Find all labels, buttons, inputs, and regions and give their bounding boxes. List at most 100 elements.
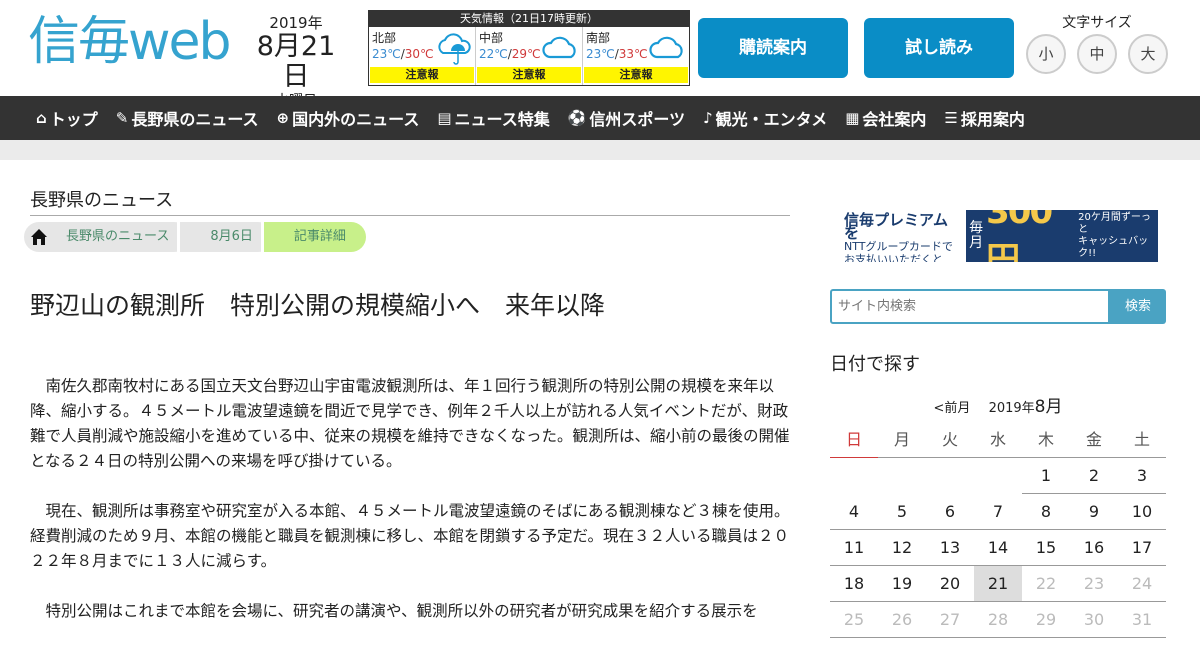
font-small-button[interactable]: 小: [1026, 34, 1066, 74]
calendar-month: 2019年8月: [988, 397, 1063, 417]
calendar-day[interactable]: 18: [830, 565, 878, 602]
calendar: 日月火水木金土 1 2 3 4 5 6 7 8 9 10 11 12 13 14 15 16 17 18 19 20 2…: [830, 420, 1166, 638]
calendar-weekday: 土: [1118, 420, 1166, 458]
subscribe-button[interactable]: 購読案内: [698, 18, 848, 78]
calendar-day[interactable]: 16: [1070, 529, 1118, 566]
site-search: 検索: [830, 289, 1166, 324]
font-large-button[interactable]: 大: [1128, 34, 1168, 74]
nav-item-recruit[interactable]: ☰ 採用案内: [944, 106, 1024, 130]
calendar-day[interactable]: 5: [878, 493, 926, 530]
building-icon: ▦: [845, 109, 860, 127]
font-size-control: 文字サイズ 小 中 大: [1026, 14, 1168, 74]
calendar-day: 30: [1070, 601, 1118, 638]
calendar-day[interactable]: 14: [974, 529, 1022, 566]
calendar-day: 29: [1022, 601, 1070, 638]
calendar-empty-cell: [830, 457, 878, 493]
calendar-day: 24: [1118, 565, 1166, 602]
calendar-day[interactable]: 20: [926, 565, 974, 602]
article-paragraph: 特別公開はこれまで本館を会場に、研究者の講演や、観測所以外の研究者が研究成果を紹…: [45, 602, 758, 620]
calendar-empty-cell: [926, 457, 974, 493]
calendar-heading: 日付で探す: [830, 354, 920, 375]
calendar-day[interactable]: 13: [926, 529, 974, 566]
calendar-day: 26: [878, 601, 926, 638]
breadcrumb-current: 記事詳細: [260, 222, 366, 252]
calendar-day[interactable]: 4: [830, 493, 878, 530]
site-logo[interactable]: 信毎web: [28, 14, 232, 70]
breadcrumb-item[interactable]: 長野県のニュース: [54, 222, 190, 252]
nav-item-sports[interactable]: ⚽ 信州スポーツ: [568, 106, 685, 130]
nav-item-company[interactable]: ▦ 会社案内: [845, 106, 926, 130]
pen-icon: ✎: [115, 109, 129, 127]
calendar-day[interactable]: 3: [1118, 457, 1166, 494]
calendar-day[interactable]: 7: [974, 493, 1022, 530]
ad-left: 信毎プレミアムを NTTグループカードで お支払いいただくと: [838, 210, 967, 262]
calendar-day: 25: [830, 601, 878, 638]
weather-north[interactable]: 北部 23℃/30℃ 注意報: [369, 27, 476, 85]
calendar-day[interactable]: 11: [830, 529, 878, 566]
weather-warning: 注意報: [477, 67, 581, 83]
premium-ad-banner[interactable]: 信毎プレミアムを NTTグループカードで お支払いいただくと 毎月 300円 20…: [838, 210, 1158, 262]
calendar-weekday: 木: [1022, 420, 1070, 458]
weather-warning: 注意報: [370, 67, 474, 83]
calendar-day[interactable]: 2: [1070, 457, 1118, 494]
date-year: 2019年: [269, 14, 323, 32]
calendar-day[interactable]: 12: [878, 529, 926, 566]
breadcrumb-home[interactable]: [24, 222, 54, 252]
article-paragraph: 現在、観測所は事務室や研究室が入る本館、４５メートル電波望遠鏡のそばにある観測棟…: [30, 502, 790, 570]
globe-icon: ⊕: [276, 109, 290, 127]
trial-button[interactable]: 試し読み: [864, 18, 1014, 78]
breadcrumb-item[interactable]: 8月6日: [177, 222, 273, 252]
nav-item-entertainment[interactable]: ♪ 観光・エンタメ: [703, 106, 827, 130]
calendar-day[interactable]: 10: [1118, 493, 1166, 530]
nav-band: [0, 140, 1200, 160]
weather-warning: 注意報: [584, 67, 688, 83]
search-button[interactable]: 検索: [1110, 289, 1166, 324]
region-name: 南部: [586, 31, 611, 45]
calendar-header: <前月 2019年8月: [830, 392, 1166, 417]
document-icon: ▤: [437, 109, 452, 127]
calendar-weekday: 金: [1070, 420, 1118, 458]
calendar-day[interactable]: 15: [1022, 529, 1070, 566]
calendar-day: 28: [974, 601, 1022, 638]
home-icon: [31, 229, 47, 245]
ad-monthly: 毎月: [969, 220, 984, 251]
calendar-day[interactable]: 1: [1022, 457, 1070, 494]
region-name: 北部: [372, 31, 397, 45]
nav-item-world-news[interactable]: ⊕ 国内外のニュース: [277, 106, 420, 130]
temperature: 22℃/29℃: [479, 47, 541, 61]
nav-item-top[interactable]: ⌂ トップ: [36, 106, 98, 130]
temperature: 23℃/30℃: [372, 47, 434, 61]
nav-item-features[interactable]: ▤ ニュース特集: [437, 106, 549, 130]
site-header: 信毎web 2019年 8月21日 水曜日 天気情報（21日17時更新） 北部 …: [0, 0, 1200, 109]
calendar-day[interactable]: 6: [926, 493, 974, 530]
calendar-weekday: 日: [830, 420, 878, 458]
weather-south[interactable]: 南部 23℃/33℃ 注意報: [583, 27, 689, 85]
ball-icon: ⚽: [567, 109, 587, 127]
home-icon: ⌂: [36, 109, 47, 127]
cloud-icon: [649, 36, 683, 59]
divider: [30, 215, 790, 216]
search-input[interactable]: [830, 289, 1110, 324]
region-name: 中部: [479, 31, 504, 45]
cloud-umbrella-icon: [438, 33, 471, 65]
weather-title: 天気情報（21日17時更新）: [369, 11, 689, 27]
calendar-day[interactable]: 19: [878, 565, 926, 602]
temperature: 23℃/33℃: [586, 47, 648, 61]
weather-central[interactable]: 中部 22℃/29℃ 注意報: [476, 27, 583, 85]
ad-promo: 20ケ月間ずーっと キャッシュバック!!: [1078, 212, 1151, 259]
nav-item-nagano-news[interactable]: ✎ 長野県のニュース: [116, 106, 259, 130]
calendar-weekday: 火: [926, 420, 974, 458]
calendar-day: 22: [1022, 565, 1070, 602]
calendar-day[interactable]: 9: [1070, 493, 1118, 530]
calendar-day[interactable]: 21: [974, 565, 1022, 602]
calendar-day: 31: [1118, 601, 1166, 638]
calendar-day: 27: [926, 601, 974, 638]
calendar-day[interactable]: 17: [1118, 529, 1166, 566]
prev-month-link[interactable]: <前月: [934, 401, 971, 416]
date-monthday: 8月21日: [256, 31, 336, 92]
calendar-day[interactable]: 8: [1022, 493, 1070, 530]
article-paragraph: 南佐久郡南牧村にある国立天文台野辺山宇宙電波観測所は、年１回行う観測所の特別公開…: [30, 377, 790, 470]
list-icon: ☰: [944, 109, 958, 127]
font-medium-button[interactable]: 中: [1077, 34, 1117, 74]
weather-widget[interactable]: 天気情報（21日17時更新） 北部 23℃/30℃ 注意報 中部 22℃/29℃…: [368, 10, 690, 86]
